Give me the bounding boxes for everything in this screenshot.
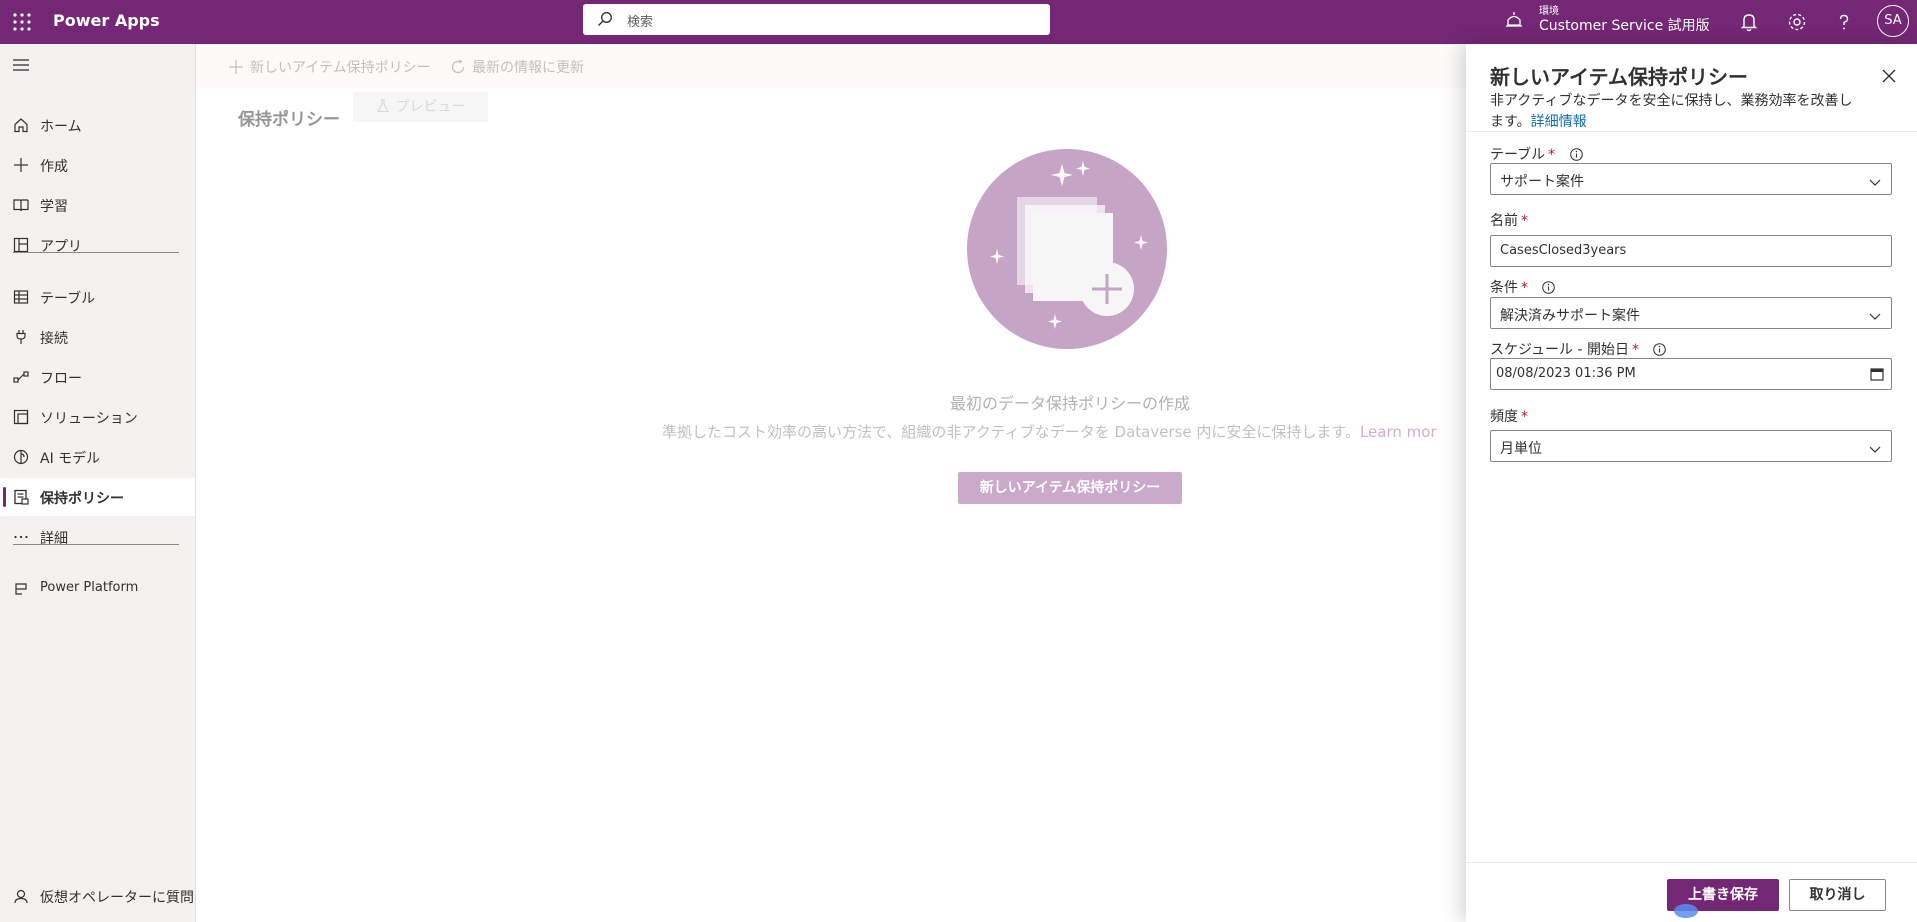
retention-icon xyxy=(13,489,29,505)
condition-dropdown[interactable]: 解決済みサポート案件 xyxy=(1490,297,1892,329)
chevron-down-icon xyxy=(1869,442,1881,458)
top-bar: Power Apps 検索 環境 Customer Service 試用版 SA xyxy=(0,0,1917,44)
panel-overlay xyxy=(196,44,1466,922)
left-navigation: ホーム 作成 学習 アプリ テーブル 接続 フロー ソリューション AI モデル… xyxy=(0,44,196,922)
brain-icon xyxy=(13,449,29,465)
apps-icon xyxy=(13,237,29,253)
settings-gear-icon[interactable] xyxy=(1785,10,1809,34)
schedule-field-label: スケジュール - 開始日 * xyxy=(1490,339,1667,360)
user-avatar[interactable]: SA xyxy=(1877,5,1909,37)
nav-item-connections[interactable]: 接続 xyxy=(0,318,195,356)
nav-item-apps[interactable]: アプリ xyxy=(0,226,195,264)
bot-icon xyxy=(13,888,29,904)
calendar-icon[interactable] xyxy=(1870,367,1884,385)
search-icon xyxy=(597,11,613,31)
virtual-agent-button[interactable]: 仮想オペレーターに質問 xyxy=(0,877,195,915)
panel-description: 非アクティブなデータを安全に保持し、業務効率を改善します。詳細情報 xyxy=(1490,93,1853,130)
frequency-field-label: 頻度 * xyxy=(1490,409,1528,425)
plug-icon xyxy=(13,329,29,345)
nav-item-tables[interactable]: テーブル xyxy=(0,278,195,316)
search-input[interactable]: 検索 xyxy=(627,11,653,30)
solution-icon xyxy=(13,409,29,425)
nav-item-ai-models[interactable]: AI モデル xyxy=(0,438,195,476)
nav-item-solutions[interactable]: ソリューション xyxy=(0,398,195,436)
flow-icon xyxy=(13,369,29,385)
frequency-dropdown[interactable]: 月単位 xyxy=(1490,430,1892,462)
hamburger-menu-icon[interactable] xyxy=(12,58,30,76)
table-field-label: テーブル * xyxy=(1490,144,1583,165)
details-link[interactable]: 詳細情報 xyxy=(1531,114,1587,130)
nav-item-retention-policies[interactable]: 保持ポリシー xyxy=(0,478,195,516)
schedule-start-date-input[interactable]: 08/08/2023 01:36 PM xyxy=(1490,358,1892,390)
table-dropdown[interactable]: サポート案件 xyxy=(1490,163,1892,195)
nav-divider xyxy=(13,252,179,253)
panel-divider xyxy=(1466,131,1917,132)
app-launcher-icon[interactable] xyxy=(12,12,32,32)
new-retention-policy-panel: 新しいアイテム保持ポリシー 非アクティブなデータを安全に保持し、業務効率を改善し… xyxy=(1466,44,1917,922)
nav-item-flows[interactable]: フロー xyxy=(0,358,195,396)
nav-item-create[interactable]: 作成 xyxy=(0,146,195,184)
close-icon[interactable] xyxy=(1882,69,1896,87)
nav-item-more[interactable]: 詳細 xyxy=(0,518,195,556)
panel-title: 新しいアイテム保持ポリシー xyxy=(1490,65,1748,89)
name-input[interactable]: CasesClosed3years xyxy=(1490,235,1892,267)
more-icon xyxy=(13,529,29,545)
nav-divider xyxy=(13,544,179,545)
app-name[interactable]: Power Apps xyxy=(53,11,160,30)
cancel-button[interactable]: 取り消し xyxy=(1789,879,1886,911)
name-field-label: 名前 * xyxy=(1490,213,1528,229)
environment-icon xyxy=(1505,11,1523,33)
chevron-down-icon xyxy=(1869,175,1881,191)
notification-bell-icon[interactable] xyxy=(1737,10,1761,34)
nav-item-power-platform[interactable]: Power Platform xyxy=(0,570,195,608)
home-icon xyxy=(13,117,29,133)
nav-item-home[interactable]: ホーム xyxy=(0,106,195,144)
plus-icon xyxy=(13,157,29,173)
book-icon xyxy=(13,197,29,213)
table-icon xyxy=(13,289,29,305)
environment-name: Customer Service 試用版 xyxy=(1539,18,1710,34)
panel-footer-divider xyxy=(1466,862,1917,863)
power-platform-icon xyxy=(13,581,29,597)
mouse-cursor-indicator xyxy=(1674,904,1698,918)
nav-item-learn[interactable]: 学習 xyxy=(0,186,195,224)
chevron-down-icon xyxy=(1869,309,1881,325)
condition-field-label: 条件 * xyxy=(1490,277,1556,298)
info-icon[interactable] xyxy=(1542,281,1556,298)
help-icon[interactable] xyxy=(1832,10,1856,34)
search-box[interactable]: 検索 xyxy=(583,4,1050,35)
